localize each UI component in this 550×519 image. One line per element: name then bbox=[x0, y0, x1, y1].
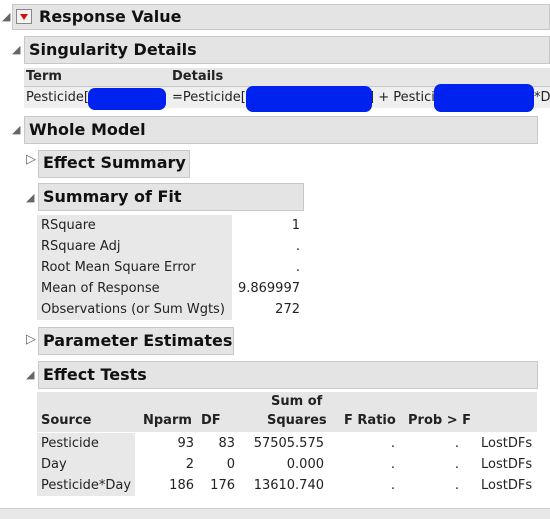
col-term: Term bbox=[26, 69, 62, 84]
details-part-a: =Pesticide[ bbox=[172, 90, 246, 105]
disclosure-open-icon[interactable]: ◢ bbox=[26, 191, 34, 204]
fit-value: 9.869997 bbox=[237, 281, 300, 296]
disclosure-closed-icon[interactable]: ▷ bbox=[26, 332, 36, 347]
fratio-cell: . bbox=[390, 478, 395, 493]
col-fratio: F Ratio bbox=[344, 413, 396, 428]
details-part-c: *D bbox=[534, 90, 550, 105]
fit-value: . bbox=[295, 239, 300, 254]
fit-value: . bbox=[295, 260, 300, 275]
disclosure-closed-icon[interactable]: ▷ bbox=[26, 152, 36, 167]
note-cell: LostDFs bbox=[481, 457, 533, 472]
term-value: Pesticide[ bbox=[26, 90, 89, 105]
df-cell: 0 bbox=[226, 457, 235, 472]
col-df: DF bbox=[201, 413, 221, 428]
col-details: Details bbox=[172, 69, 224, 84]
table-row: Day 2 0 0.000 . . LostDFs bbox=[37, 454, 537, 475]
parameter-estimates-title: Parameter Estimates bbox=[43, 331, 233, 350]
fit-label: Observations (or Sum Wgts) bbox=[37, 299, 232, 320]
ss-cell: 13610.740 bbox=[253, 478, 324, 493]
note-cell: LostDFs bbox=[481, 436, 533, 451]
singularity-table: Term Details Pesticide[ =Pesticide[ ] + … bbox=[24, 68, 550, 112]
disclosure-open-icon[interactable]: ◢ bbox=[12, 123, 20, 136]
fit-value: 272 bbox=[275, 302, 300, 317]
redaction-mark bbox=[246, 86, 372, 112]
response-title: Response Value bbox=[39, 7, 182, 26]
fratio-cell: . bbox=[390, 436, 395, 451]
source-cell: Day bbox=[37, 454, 135, 475]
prob-cell: . bbox=[454, 436, 459, 451]
prob-cell: . bbox=[454, 478, 459, 493]
effect-summary-title: Effect Summary bbox=[43, 153, 186, 172]
fratio-cell: . bbox=[390, 457, 395, 472]
ss-cell: 0.000 bbox=[286, 457, 324, 472]
effect-summary-header[interactable]: Effect Summary bbox=[38, 150, 190, 178]
col-ss-bottom: Squares bbox=[267, 413, 327, 428]
fit-label: Root Mean Square Error bbox=[37, 257, 232, 278]
fit-label: RSquare Adj bbox=[37, 236, 232, 257]
whole-model-header[interactable]: Whole Model bbox=[24, 116, 538, 144]
fit-value: 1 bbox=[291, 218, 300, 233]
effect-tests-column-headers: Source Nparm DF Sum of Squares F Ratio P… bbox=[37, 392, 537, 432]
fit-label: RSquare bbox=[37, 215, 232, 236]
nparm-cell: 186 bbox=[169, 478, 194, 493]
note-cell: LostDFs bbox=[481, 478, 533, 493]
table-row: Pesticide*Day 186 176 13610.740 . . Lost… bbox=[37, 475, 537, 496]
col-source: Source bbox=[41, 413, 92, 428]
nparm-cell: 2 bbox=[185, 457, 194, 472]
disclosure-open-icon[interactable]: ◢ bbox=[2, 10, 10, 23]
effect-tests-header[interactable]: Effect Tests bbox=[38, 361, 538, 389]
ss-cell: 57505.575 bbox=[253, 436, 324, 451]
red-triangle-menu-icon[interactable] bbox=[16, 9, 32, 24]
horizontal-scrollbar[interactable] bbox=[0, 508, 550, 519]
df-cell: 83 bbox=[218, 436, 235, 451]
col-ss-top: Sum of bbox=[271, 394, 323, 409]
redaction-mark bbox=[434, 84, 534, 112]
nparm-cell: 93 bbox=[177, 436, 194, 451]
fit-label: Mean of Response bbox=[37, 278, 232, 299]
disclosure-open-icon[interactable]: ◢ bbox=[26, 368, 34, 381]
redaction-mark bbox=[88, 88, 166, 110]
col-prob: Prob > F bbox=[408, 413, 472, 428]
source-cell: Pesticide*Day bbox=[37, 475, 135, 496]
summary-of-fit-title: Summary of Fit bbox=[43, 187, 182, 206]
prob-cell: . bbox=[454, 457, 459, 472]
disclosure-open-icon[interactable]: ◢ bbox=[12, 43, 20, 56]
table-row: Pesticide 93 83 57505.575 . . LostDFs bbox=[37, 433, 537, 454]
effect-tests-title: Effect Tests bbox=[43, 365, 147, 384]
singularity-details-header[interactable]: Singularity Details bbox=[24, 36, 550, 64]
df-cell: 176 bbox=[210, 478, 235, 493]
parameter-estimates-header[interactable]: Parameter Estimates bbox=[38, 327, 234, 355]
whole-model-title: Whole Model bbox=[29, 120, 146, 139]
singularity-title: Singularity Details bbox=[29, 40, 197, 59]
summary-of-fit-header[interactable]: Summary of Fit bbox=[38, 183, 304, 211]
response-value-header: Response Value bbox=[12, 4, 550, 30]
source-cell: Pesticide bbox=[37, 433, 135, 454]
col-nparm: Nparm bbox=[143, 413, 192, 428]
